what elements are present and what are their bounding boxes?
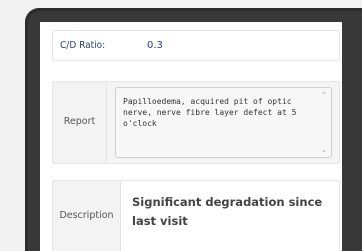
description-label: Description xyxy=(59,210,114,221)
description-label-cell: Description xyxy=(53,181,121,251)
report-label: Report xyxy=(63,116,96,127)
description-value: Significant degradation since last visit xyxy=(132,195,323,228)
report-row: Report Papilloedema, acquired pit of opt… xyxy=(52,81,340,164)
cd-ratio-row: C/D Ratio: 0.3 xyxy=(52,30,340,61)
report-label-cell: Report xyxy=(53,82,107,163)
scroll-up-arrow-icon[interactable]: ⌃ xyxy=(321,91,327,99)
description-row: Description Significant degradation sinc… xyxy=(52,180,340,251)
cd-ratio-value: 0.3 xyxy=(147,40,163,51)
screen: C/D Ratio: 0.3 Report Papilloedema, acqu… xyxy=(40,22,342,251)
scroll-down-arrow-icon[interactable]: ⌄ xyxy=(321,146,327,154)
cd-ratio-label: C/D Ratio: xyxy=(60,40,106,51)
report-textarea[interactable]: Papilloedema, acquired pit of optic nerv… xyxy=(115,87,332,158)
report-text: Papilloedema, acquired pit of optic nerv… xyxy=(123,97,302,128)
